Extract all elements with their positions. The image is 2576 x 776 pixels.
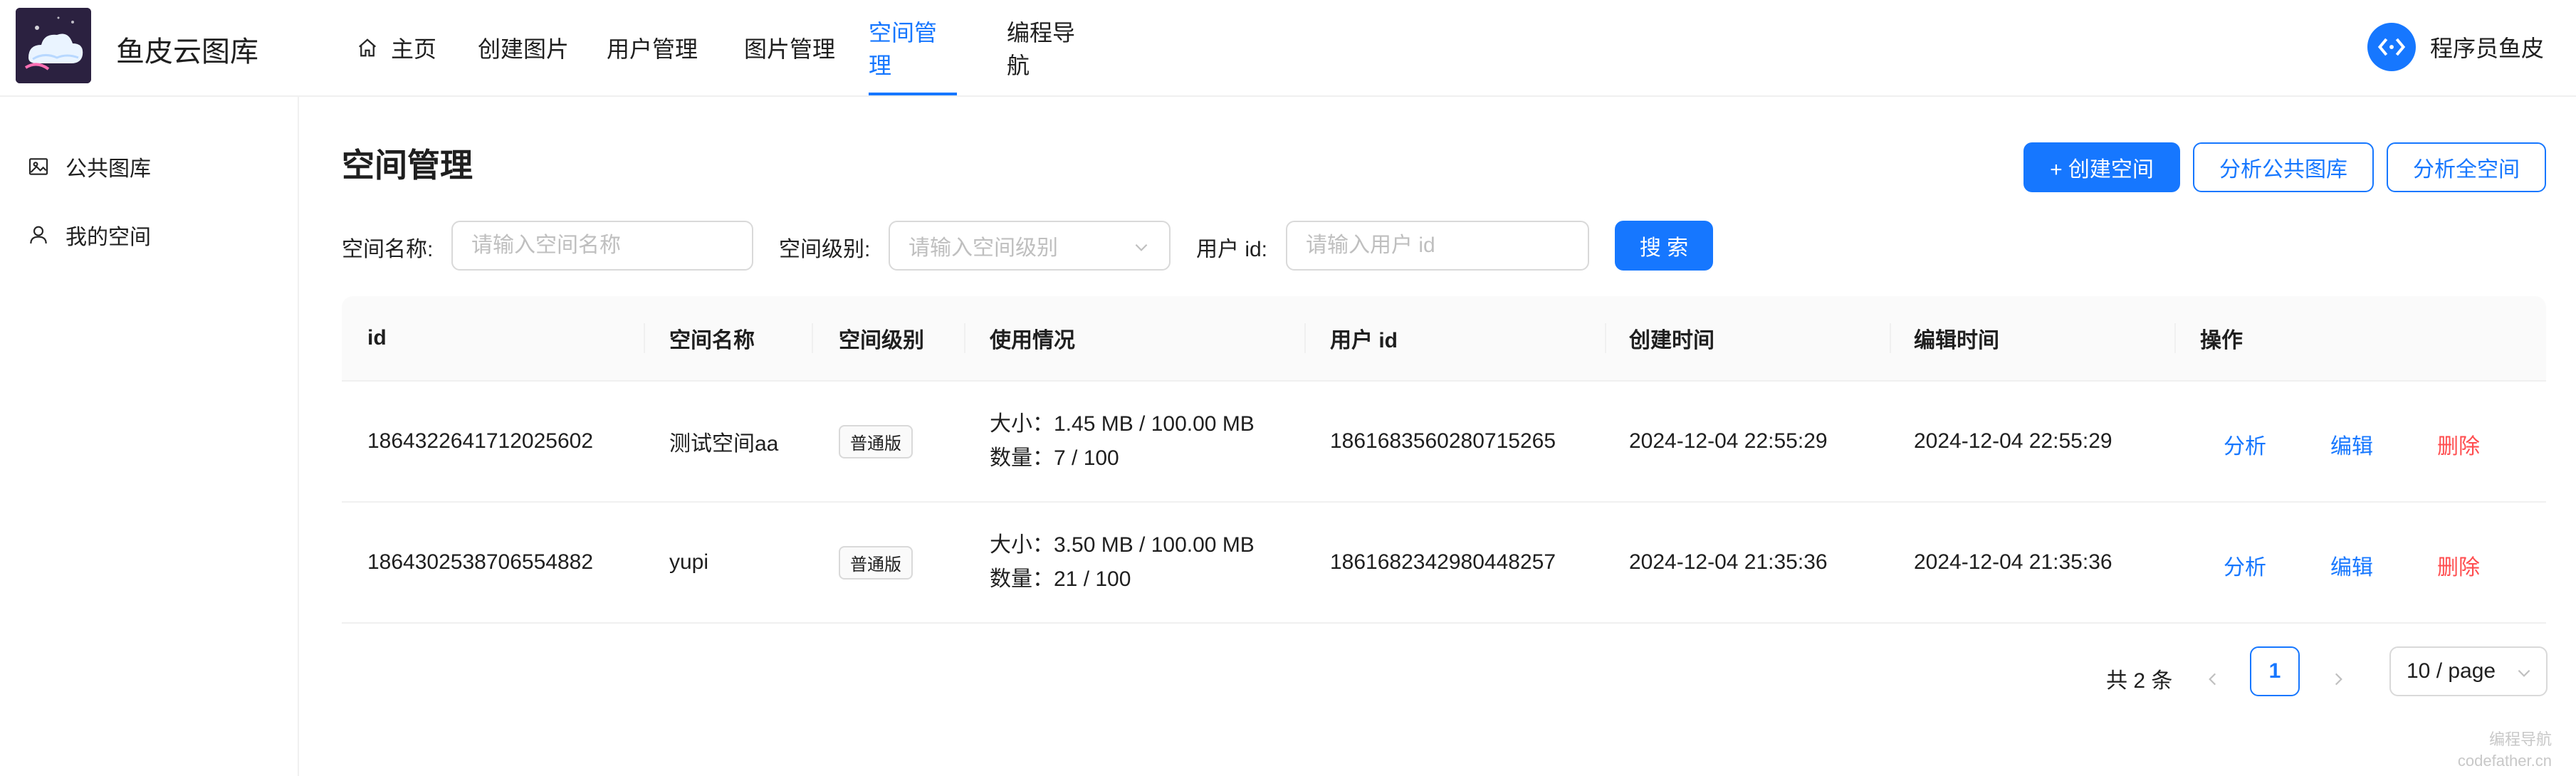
nav-coding-guide-label: 编程导航 [1007, 20, 1076, 78]
usage-count: 数量：7 / 100 [990, 446, 1119, 470]
column-header-usage: 使用情况 [990, 329, 1075, 352]
nav-space-manage-label: 空间管理 [869, 20, 938, 78]
column-header-user-id: 用户 id [1330, 329, 1398, 352]
column-header-space-level: 空间级别 [839, 329, 924, 352]
cell-space-level: 普通版 [839, 382, 913, 501]
chevron-left-icon [2209, 673, 2216, 686]
column-header-space-name: 空间名称 [669, 329, 755, 352]
column-divider [1304, 323, 1306, 353]
watermark-line-2: codefather.cn [2457, 752, 2552, 770]
main-nav: 主页 创建图片 用户管理 图片管理 空间管理 编程导航 [350, 0, 1095, 95]
nav-user-manage-label: 用户管理 [606, 36, 698, 62]
space-level-label: 空间级别: [779, 238, 871, 261]
create-space-button[interactable]: + 创建空间 [2023, 142, 2180, 192]
watermark: 编程导航 codefather.cn [2458, 729, 2552, 772]
analyze-link[interactable]: 分析 [2224, 384, 2266, 504]
edit-link[interactable]: 编辑 [2330, 505, 2373, 625]
level-tag: 普通版 [839, 424, 913, 458]
level-tag: 普通版 [839, 545, 913, 580]
watermark-line-1: 编程导航 [2488, 730, 2552, 748]
brand-logo[interactable] [16, 8, 91, 83]
user-name: 程序员鱼皮 [2429, 36, 2544, 61]
space-level-select[interactable]: 请输入空间级别 [889, 221, 1171, 271]
sidebar-item-my-space[interactable]: 我的空间 [27, 214, 151, 256]
column-divider [1605, 323, 1606, 353]
cell-user-id: 1861682342980448257 [1330, 550, 1556, 574]
usage-count: 数量：21 / 100 [990, 567, 1131, 591]
edit-link[interactable]: 编辑 [2330, 384, 2373, 504]
brand-name: 鱼皮云图库 [116, 36, 258, 68]
column-header-create-time: 创建时间 [1629, 329, 1714, 352]
delete-link[interactable]: 删除 [2437, 505, 2480, 625]
cell-user-id: 1861683560280715265 [1330, 429, 1556, 453]
cell-edit-time: 2024-12-04 21:35:36 [1914, 550, 2112, 574]
column-divider [812, 323, 813, 353]
avatar[interactable] [2367, 23, 2416, 71]
usage-size: 大小：1.45 MB / 100.00 MB [990, 412, 1255, 436]
sidebar: 公共图库 我的空间 [0, 97, 299, 776]
nav-create-image-label: 创建图片 [477, 36, 569, 62]
space-name-input[interactable] [451, 221, 753, 271]
table-row: 1864302538706554882 yupi 普通版 大小：3.50 MB … [342, 503, 2546, 624]
page-title: 空间管理 [342, 147, 473, 184]
sidebar-item-label: 我的空间 [66, 226, 151, 249]
sidebar-item-label: 公共图库 [66, 157, 151, 181]
cell-space-level: 普通版 [839, 503, 913, 622]
nav-user-manage[interactable]: 用户管理 [582, 0, 722, 95]
analyze-link[interactable]: 分析 [2224, 505, 2266, 625]
column-divider [964, 323, 965, 353]
table-row: 1864322641712025602 测试空间aa 普通版 大小：1.45 M… [342, 382, 2546, 503]
picture-icon [28, 158, 48, 175]
cell-id: 1864302538706554882 [367, 550, 594, 574]
analyze-public-gallery-button[interactable]: 分析公共图库 [2193, 142, 2374, 192]
column-header-edit-time: 编辑时间 [1914, 329, 1999, 352]
nav-home-label: 主页 [390, 36, 436, 62]
column-divider [1890, 323, 1891, 353]
chevron-down-icon [2518, 669, 2530, 677]
nav-image-manage-label: 图片管理 [743, 36, 835, 62]
nav-home[interactable]: 主页 [350, 0, 443, 95]
page-size-select[interactable]: 10 / page [2389, 646, 2548, 696]
column-divider [2174, 323, 2176, 353]
user-icon [30, 226, 47, 244]
page-size-value: 10 / page [2407, 659, 2496, 683]
delete-link[interactable]: 删除 [2437, 384, 2480, 504]
pagination-prev-button[interactable] [2194, 661, 2231, 698]
cell-usage: 大小：1.45 MB / 100.00 MB 数量：7 / 100 [990, 382, 1255, 501]
usage-size: 大小：3.50 MB / 100.00 MB [990, 533, 1255, 557]
chevron-down-icon [1135, 243, 1148, 251]
space-level-placeholder: 请输入空间级别 [909, 236, 1058, 260]
column-header-actions: 操作 [2200, 329, 2243, 352]
space-table: id 空间名称 空间级别 使用情况 用户 id 创建时间 编辑时间 操作 186… [342, 296, 2546, 624]
column-divider [644, 323, 645, 353]
cell-create-time: 2024-12-04 22:55:29 [1629, 429, 1828, 453]
cell-usage: 大小：3.50 MB / 100.00 MB 数量：21 / 100 [990, 503, 1255, 622]
cell-create-time: 2024-12-04 21:35:36 [1629, 550, 1828, 574]
column-header-id: id [367, 326, 387, 350]
cell-space-name: 测试空间aa [669, 432, 779, 456]
pagination-total: 共 2 条 [2106, 669, 2173, 693]
search-button[interactable]: 搜 索 [1615, 221, 1713, 271]
user-id-input[interactable] [1286, 221, 1589, 271]
cell-edit-time: 2024-12-04 22:55:29 [1914, 429, 2112, 453]
table-header: id 空间名称 空间级别 使用情况 用户 id 创建时间 编辑时间 操作 [342, 296, 2546, 382]
sidebar-item-public-gallery[interactable]: 公共图库 [27, 145, 151, 188]
top-header: 鱼皮云图库 主页 创建图片 用户管理 图片管理 空间管理 编程导航 程序员鱼皮 [0, 0, 2576, 97]
nav-coding-guide[interactable]: 编程导航 [1007, 0, 1095, 95]
home-icon [358, 38, 376, 57]
pagination-page-1[interactable]: 1 [2250, 646, 2300, 696]
nav-create-image[interactable]: 创建图片 [443, 0, 582, 95]
cell-id: 1864322641712025602 [367, 429, 594, 453]
space-name-label: 空间名称: [342, 238, 434, 261]
cell-space-name: yupi [669, 550, 709, 574]
nav-space-manage[interactable]: 空间管理 [869, 0, 957, 95]
user-menu[interactable]: 程序员鱼皮 [2367, 23, 2544, 71]
nav-image-manage[interactable]: 图片管理 [722, 0, 857, 95]
analyze-all-spaces-button[interactable]: 分析全空间 [2387, 142, 2546, 192]
pagination-next-button[interactable] [2320, 661, 2357, 698]
user-id-label: 用户 id: [1196, 238, 1268, 261]
chevron-right-icon [2335, 673, 2342, 686]
